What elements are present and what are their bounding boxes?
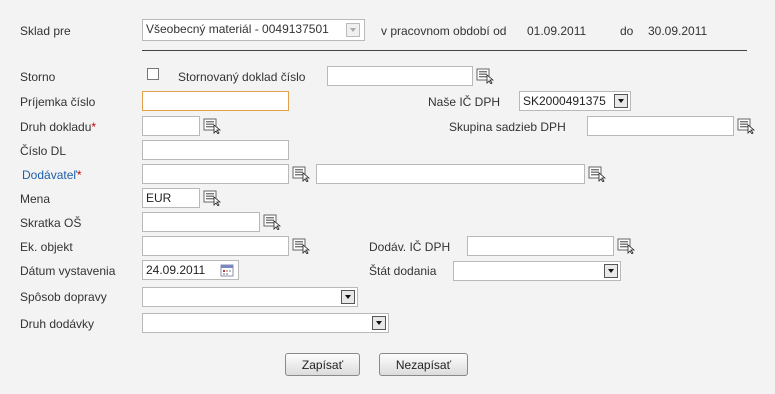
lookup-list-icon[interactable]: [263, 214, 281, 230]
cancel-button[interactable]: Nezapísať: [379, 353, 468, 376]
lookup-list-icon[interactable]: [476, 68, 494, 84]
doc-type-input[interactable]: [142, 116, 200, 136]
econ-object-label: Ek. objekt: [20, 240, 73, 254]
supplier-code-input[interactable]: [142, 164, 289, 184]
storno-doc-input[interactable]: [327, 66, 473, 86]
receipt-no-label: Príjemka číslo: [20, 95, 96, 109]
supplier-vat-label: Dodáv. IČ DPH: [369, 240, 451, 254]
os-abbr-label: Skratka OŠ: [20, 216, 82, 230]
vat-group-input[interactable]: [587, 116, 734, 136]
transport-select[interactable]: [142, 287, 358, 307]
chevron-down-icon[interactable]: [341, 290, 355, 304]
storno-label: Storno: [20, 70, 56, 84]
dl-no-label: Číslo DL: [20, 144, 67, 158]
warehouse-select[interactable]: Všeobecný materiál - 0049137501: [142, 19, 365, 41]
issue-date-label: Dátum vystavenia: [20, 264, 116, 278]
doc-type-label: Druh dokladu*: [20, 120, 97, 134]
period-from: 01.09.2011: [527, 24, 587, 38]
storno-checkbox[interactable]: [147, 68, 159, 80]
lookup-list-icon[interactable]: [292, 238, 310, 254]
currency-input[interactable]: [142, 188, 200, 208]
transport-label: Spôsob dopravy: [20, 290, 107, 304]
lookup-list-icon[interactable]: [617, 238, 635, 254]
supplier-link[interactable]: Dodávateľ: [22, 168, 77, 182]
chevron-down-icon[interactable]: [346, 23, 360, 37]
chevron-down-icon[interactable]: [604, 264, 618, 278]
warehouse-value: Všeobecný materiál - 0049137501: [146, 22, 329, 36]
lookup-list-icon[interactable]: [203, 190, 221, 206]
delivery-state-select[interactable]: [453, 261, 621, 281]
our-vat-value: SK2000491375: [523, 94, 606, 108]
lookup-list-icon[interactable]: [292, 166, 310, 182]
period-to-label: do: [620, 24, 634, 38]
receipt-no-input[interactable]: [142, 91, 289, 111]
save-button[interactable]: Zapísať: [285, 353, 360, 376]
delivery-type-select[interactable]: [142, 313, 389, 333]
delivery-state-label: Štát dodania: [369, 264, 437, 278]
currency-label: Mena: [20, 192, 51, 206]
period-to: 30.09.2011: [648, 24, 708, 38]
period-label: v pracovnom období od: [381, 24, 507, 38]
supplier-name-input[interactable]: [316, 164, 585, 184]
warehouse-label: Sklad pre: [20, 24, 71, 38]
lookup-list-icon[interactable]: [737, 118, 755, 134]
delivery-type-label: Druh dodávky: [20, 317, 95, 331]
lookup-list-icon[interactable]: [588, 166, 606, 182]
chevron-down-icon[interactable]: [372, 316, 386, 330]
dl-no-input[interactable]: [142, 140, 289, 160]
storno-doc-label: Stornovaný doklad číslo: [178, 70, 306, 84]
vat-group-label: Skupina sadzieb DPH: [449, 120, 566, 134]
calendar-icon[interactable]: [220, 263, 234, 277]
lookup-list-icon[interactable]: [203, 118, 221, 134]
supplier-vat-input[interactable]: [467, 236, 614, 256]
our-vat-label: Naše IČ DPH: [428, 95, 501, 109]
chevron-down-icon[interactable]: [614, 94, 628, 108]
header-divider: [142, 50, 747, 51]
supplier-label[interactable]: Dodávateľ*: [22, 168, 82, 182]
econ-object-input[interactable]: [142, 236, 289, 256]
os-abbr-input[interactable]: [142, 212, 260, 232]
